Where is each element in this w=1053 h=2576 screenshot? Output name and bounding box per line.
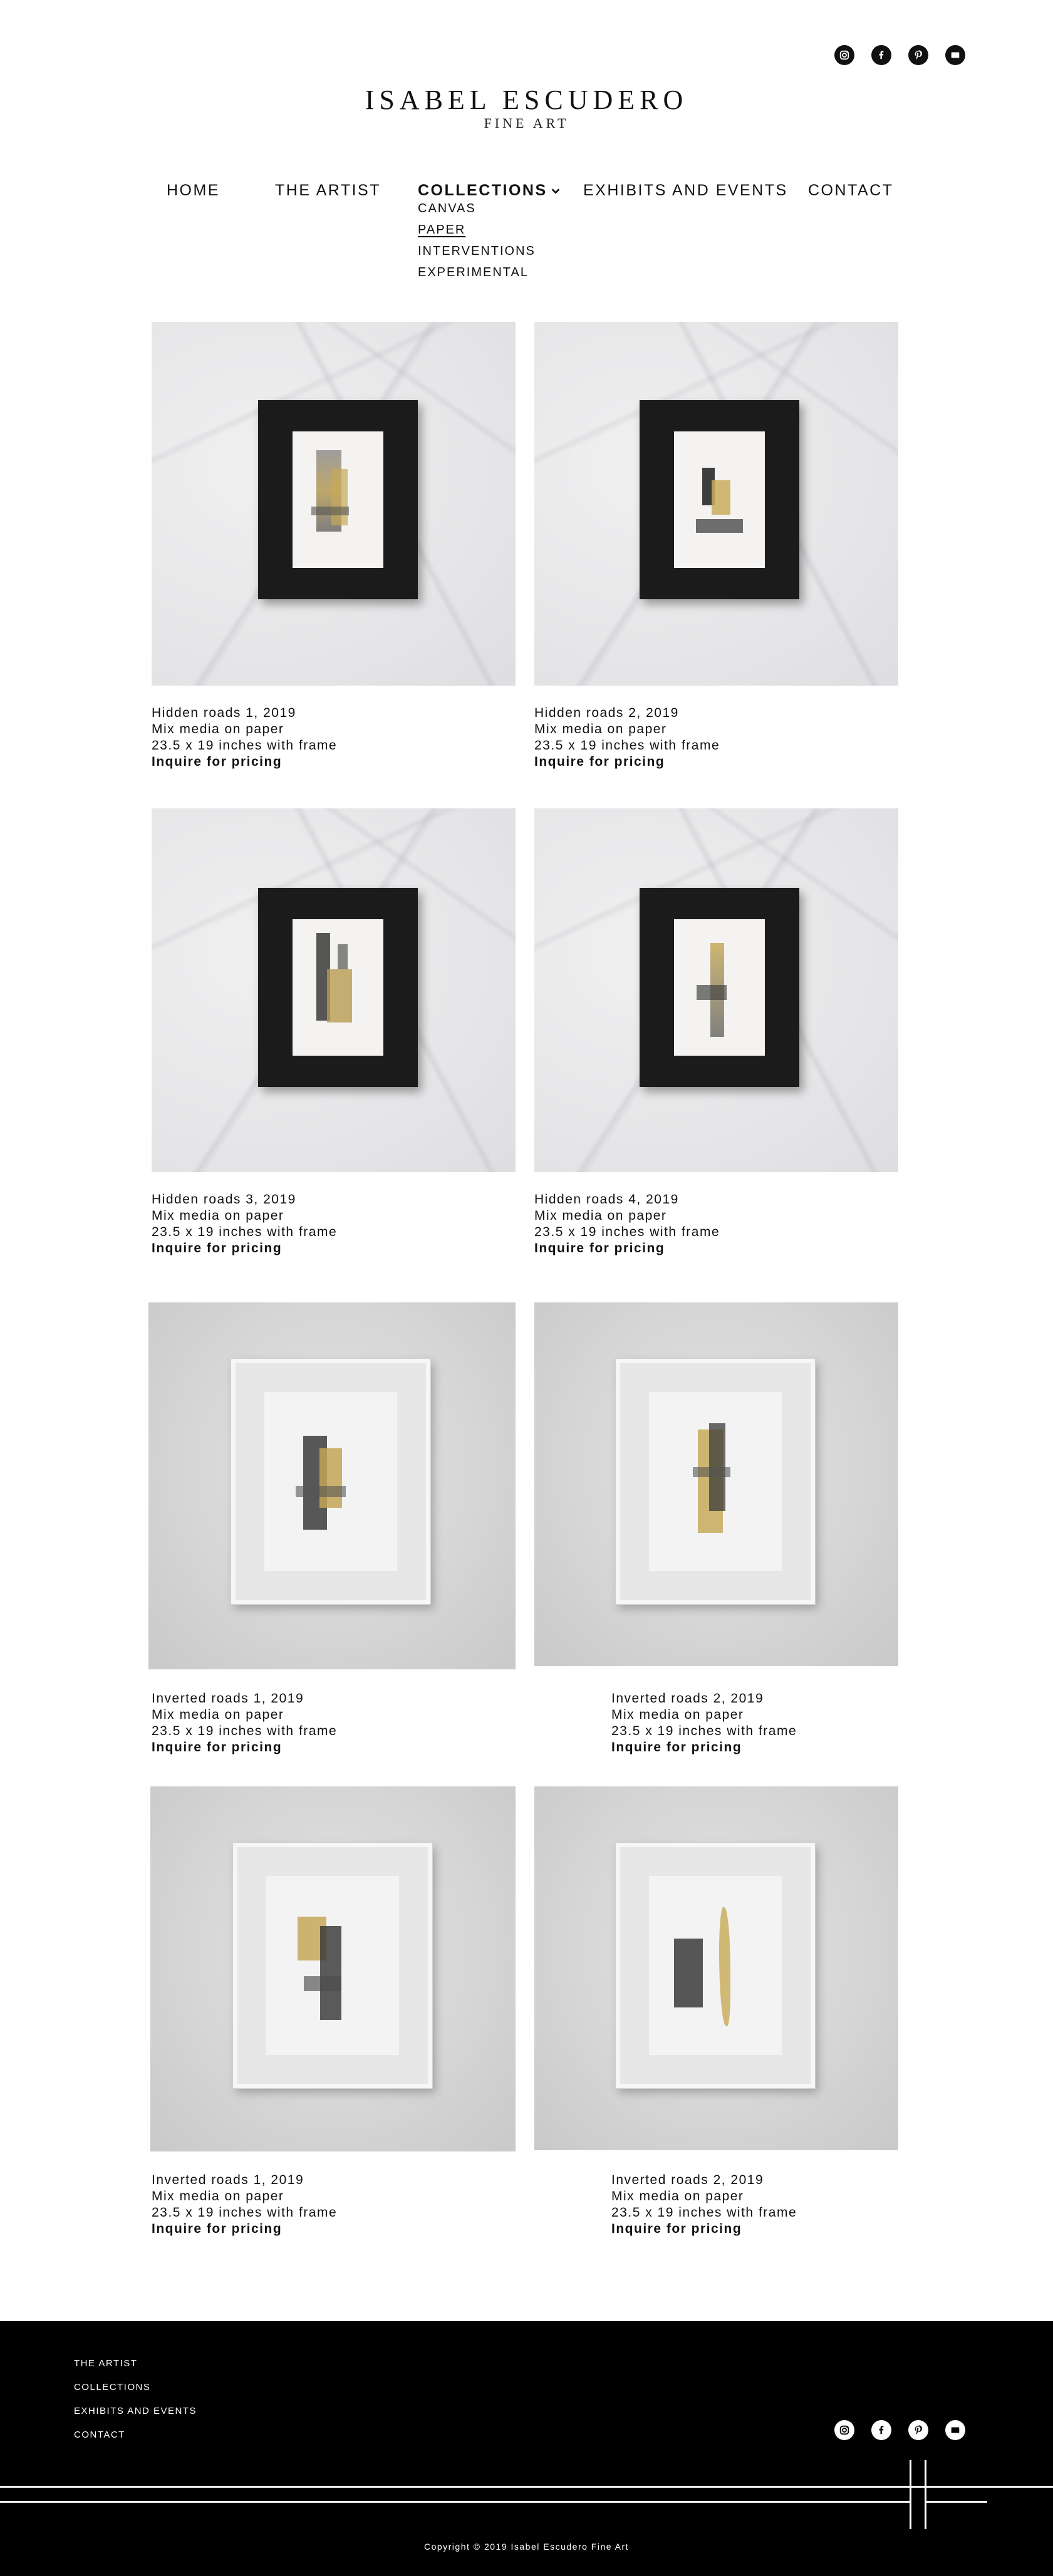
footer-divider: [910, 2460, 911, 2529]
artwork-frame: [640, 400, 799, 599]
artwork-medium: Mix media on paper: [534, 1208, 667, 1223]
instagram-icon[interactable]: [834, 45, 854, 65]
email-icon[interactable]: [945, 45, 965, 65]
site-logo-title[interactable]: ISABEL ESCUDERO: [0, 84, 1053, 116]
footer-divider: [925, 2460, 926, 2529]
artwork-frame: [616, 1359, 815, 1604]
inquire-link[interactable]: Inquire for pricing: [152, 1240, 337, 1257]
artwork-title: Inverted roads 2, 2019: [611, 2173, 764, 2187]
artwork-size: 23.5 x 19 inches with frame: [534, 738, 720, 753]
header-social-links: [834, 45, 965, 65]
email-icon[interactable]: [945, 2420, 965, 2440]
artwork-image[interactable]: [152, 322, 516, 686]
artwork-image[interactable]: [150, 1786, 516, 2151]
artwork-caption: Hidden roads 3, 2019 Mix media on paper …: [152, 1192, 337, 1257]
artwork-image[interactable]: [534, 1786, 898, 2150]
artwork-frame: [231, 1359, 430, 1604]
artwork-image[interactable]: [534, 1302, 898, 1666]
artwork-medium: Mix media on paper: [152, 1208, 284, 1223]
artwork-caption: Hidden roads 2, 2019 Mix media on paper …: [534, 705, 720, 770]
artwork-caption: Hidden roads 4, 2019 Mix media on paper …: [534, 1192, 720, 1257]
artwork-medium: Mix media on paper: [611, 2189, 744, 2203]
chevron-down-icon: [551, 188, 560, 194]
artwork-medium: Mix media on paper: [152, 722, 284, 736]
footer-link-collections[interactable]: COLLECTIONS: [74, 2382, 150, 2393]
nav-exhibits-events[interactable]: EXHIBITS AND EVENTS: [583, 182, 788, 200]
artwork-image[interactable]: [534, 808, 898, 1172]
artwork-title: Hidden roads 2, 2019: [534, 706, 679, 720]
inquire-link[interactable]: Inquire for pricing: [152, 1739, 337, 1756]
artwork-title: Hidden roads 4, 2019: [534, 1192, 679, 1207]
submenu-paper[interactable]: PAPER: [418, 219, 536, 240]
footer-divider: [925, 2501, 987, 2503]
artwork-paper: [649, 1876, 782, 2055]
footer-link-exhibits-events[interactable]: EXHIBITS AND EVENTS: [74, 2406, 197, 2416]
nav-home[interactable]: HOME: [167, 182, 220, 200]
facebook-icon[interactable]: [871, 2420, 891, 2440]
artwork-paper: [649, 1392, 782, 1571]
collections-submenu: CANVAS PAPER INTERVENTIONS EXPERIMENTAL: [418, 198, 536, 283]
artwork-size: 23.5 x 19 inches with frame: [152, 1225, 338, 1239]
artwork-frame: [616, 1843, 815, 2088]
artwork-paper: [264, 1392, 397, 1571]
inquire-link[interactable]: Inquire for pricing: [534, 754, 720, 770]
footer-divider: [0, 2501, 910, 2503]
footer-social-links: [834, 2420, 965, 2440]
footer-divider: [0, 2486, 1053, 2488]
artwork-frame: [258, 400, 418, 599]
artwork-frame: [640, 888, 799, 1087]
submenu-canvas[interactable]: CANVAS: [418, 198, 536, 219]
footer-link-the-artist[interactable]: THE ARTIST: [74, 2358, 137, 2369]
nav-the-artist[interactable]: THE ARTIST: [275, 182, 381, 200]
inquire-link[interactable]: Inquire for pricing: [611, 2221, 797, 2237]
artwork-image[interactable]: [152, 808, 516, 1172]
artwork-size: 23.5 x 19 inches with frame: [611, 2205, 797, 2220]
artwork-medium: Mix media on paper: [152, 2189, 284, 2203]
artwork-medium: Mix media on paper: [611, 1708, 744, 1722]
submenu-experimental[interactable]: EXPERIMENTAL: [418, 262, 536, 283]
artwork-caption: Inverted roads 2, 2019 Mix media on pape…: [611, 2172, 797, 2237]
artwork-caption: Inverted roads 2, 2019 Mix media on pape…: [611, 1691, 797, 1756]
artwork-paper: [293, 919, 383, 1056]
artwork-size: 23.5 x 19 inches with frame: [152, 738, 338, 753]
nav-collections[interactable]: COLLECTIONS: [418, 182, 561, 200]
pinterest-icon[interactable]: [908, 2420, 928, 2440]
inquire-link[interactable]: Inquire for pricing: [152, 2221, 337, 2237]
site-logo-subtitle: FINE ART: [484, 115, 569, 131]
footer-link-contact[interactable]: CONTACT: [74, 2429, 125, 2440]
artwork-caption: Inverted roads 1, 2019 Mix media on pape…: [152, 2172, 337, 2237]
inquire-link[interactable]: Inquire for pricing: [611, 1739, 797, 1756]
artwork-title: Hidden roads 3, 2019: [152, 1192, 296, 1207]
artwork-size: 23.5 x 19 inches with frame: [611, 1724, 797, 1738]
facebook-icon[interactable]: [871, 45, 891, 65]
artwork-caption: Hidden roads 1, 2019 Mix media on paper …: [152, 705, 337, 770]
artwork-title: Hidden roads 1, 2019: [152, 706, 296, 720]
nav-collections-label: COLLECTIONS: [418, 182, 547, 199]
artwork-size: 23.5 x 19 inches with frame: [534, 1225, 720, 1239]
inquire-link[interactable]: Inquire for pricing: [152, 754, 337, 770]
artwork-image[interactable]: [148, 1302, 516, 1669]
instagram-icon[interactable]: [834, 2420, 854, 2440]
artwork-paper: [674, 431, 765, 568]
artwork-medium: Mix media on paper: [534, 722, 667, 736]
copyright-text: Copyright © 2019 Isabel Escudero Fine Ar…: [423, 2542, 630, 2552]
artwork-frame: [258, 888, 418, 1087]
site-footer: THE ARTIST COLLECTIONS EXHIBITS AND EVEN…: [0, 2321, 1053, 2576]
artwork-size: 23.5 x 19 inches with frame: [152, 2205, 338, 2220]
artwork-image[interactable]: [534, 322, 898, 686]
nav-contact[interactable]: CONTACT: [808, 182, 893, 200]
artwork-frame: [233, 1843, 432, 2088]
artwork-caption: Inverted roads 1, 2019 Mix media on pape…: [152, 1691, 337, 1756]
artwork-title: Inverted roads 2, 2019: [611, 1691, 764, 1706]
artwork-title: Inverted roads 1, 2019: [152, 2173, 304, 2187]
artwork-size: 23.5 x 19 inches with frame: [152, 1724, 338, 1738]
submenu-interventions[interactable]: INTERVENTIONS: [418, 240, 536, 262]
pinterest-icon[interactable]: [908, 45, 928, 65]
inquire-link[interactable]: Inquire for pricing: [534, 1240, 720, 1257]
artwork-paper: [674, 919, 765, 1056]
artwork-paper: [293, 431, 383, 568]
artwork-paper: [266, 1876, 399, 2055]
artwork-medium: Mix media on paper: [152, 1708, 284, 1722]
artwork-title: Inverted roads 1, 2019: [152, 1691, 304, 1706]
